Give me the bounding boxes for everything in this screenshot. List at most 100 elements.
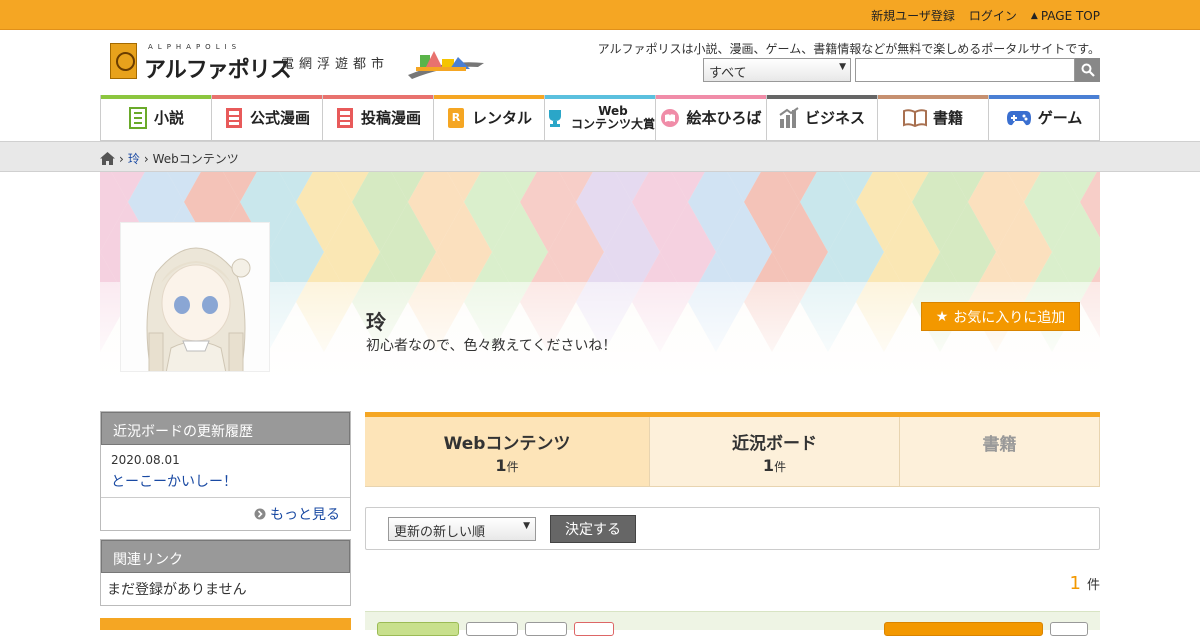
nav-item-web-contents-award[interactable]: Web コンテンツ大賞 <box>545 95 656 141</box>
trophy-icon <box>545 107 565 129</box>
sort-box: 更新の新しい順 ▼ 決定する <box>365 507 1100 550</box>
avatar <box>120 222 270 372</box>
board-history-title: 近況ボードの更新履歴 <box>101 412 350 445</box>
game-icon <box>1006 107 1032 129</box>
content-tabs: Webコンテンツ 1件 近況ボード 1件 書籍 <box>365 412 1100 487</box>
book-icon <box>902 107 927 129</box>
search-input[interactable] <box>855 58 1075 82</box>
search-category-value: すべて <box>709 66 747 81</box>
board-history-box: 近況ボードの更新履歴 2020.08.01 とーこーかいしー！ もっと見る <box>100 411 351 531</box>
sort-submit-button[interactable]: 決定する <box>550 515 636 543</box>
city-logo-icon <box>408 51 484 79</box>
nav-item-posted-manga[interactable]: 投稿漫画 <box>323 95 434 141</box>
nav-label: 小説 <box>153 109 184 127</box>
nav-item-novel[interactable]: 小説 <box>101 95 212 141</box>
top-bar: 新規ユーザ登録 ログイン ▲ PAGE TOP <box>0 0 1200 30</box>
nav-item-books[interactable]: 書籍 <box>878 95 989 141</box>
nav-item-business[interactable]: ビジネス <box>767 95 878 141</box>
nav-label-line1: Web <box>598 103 628 118</box>
chevron-right-icon: › <box>119 151 124 166</box>
logo-alpha-text: ALPHAPOLIS <box>148 43 242 51</box>
content-list-item[interactable] <box>365 611 1100 636</box>
nav-color-bar <box>989 95 1099 99</box>
more-link[interactable]: もっと見る <box>101 498 350 530</box>
nav-label: レンタル <box>471 109 532 127</box>
nav-label: ビジネス <box>804 109 865 127</box>
breadcrumb-user-link[interactable]: 玲 <box>128 150 140 167</box>
nav-item-official-manga[interactable]: 公式漫画 <box>212 95 323 141</box>
tab-count-unit: 件 <box>774 459 787 474</box>
select-arrow-icon: ▼ <box>839 62 846 72</box>
new-user-link[interactable]: 新規ユーザ登録 <box>871 7 955 24</box>
nav-label: 投稿漫画 <box>360 109 421 127</box>
length-badge <box>525 622 567 636</box>
logo-sub: 電網浮遊都市 <box>281 57 390 72</box>
novel-icon <box>128 106 148 129</box>
triangle-up-icon: ▲ <box>1030 10 1038 21</box>
circle-arrow-right-icon <box>254 508 266 520</box>
nav-color-bar <box>878 95 988 99</box>
tab-count: 1件 <box>763 456 786 475</box>
nav-label: 公式漫画 <box>249 109 310 127</box>
result-count-unit: 件 <box>1086 578 1100 593</box>
genre-badge <box>377 622 459 636</box>
search-category-select[interactable]: すべて ▼ <box>703 58 851 82</box>
tab-count-value: 1 <box>762 455 775 475</box>
breadcrumb-bar: › 玲 › Webコンテンツ <box>0 141 1200 172</box>
nav-color-bar <box>545 95 655 99</box>
site-tagline: アルファポリスは小説、漫画、ゲーム、書籍情報などが無料で楽しめるポータルサイトで… <box>597 42 1100 56</box>
tab-board[interactable]: 近況ボード 1件 <box>650 417 900 487</box>
sort-select[interactable]: 更新の新しい順 ▼ <box>388 517 536 541</box>
board-link[interactable]: とーこーかいしー！ <box>101 467 350 498</box>
star-icon: ★ <box>935 308 949 325</box>
nav-label: 絵本ひろば <box>686 109 762 127</box>
tab-label: 近況ボード <box>732 433 817 454</box>
nav-color-bar <box>212 95 322 99</box>
manga-icon <box>224 107 244 129</box>
more-label: もっと見る <box>270 507 340 523</box>
profile-name: 玲 <box>366 310 386 334</box>
rental-icon: R <box>446 107 466 129</box>
result-count: 1件 <box>1070 573 1100 594</box>
status-badge <box>466 622 518 636</box>
tab-count: 1件 <box>495 456 518 475</box>
nav-item-picturebook[interactable]: 絵本ひろば <box>656 95 767 141</box>
related-links-empty: まだ登録がありません <box>107 582 247 598</box>
search-button[interactable] <box>1075 58 1100 82</box>
svg-text:R: R <box>452 111 461 124</box>
nav-color-bar <box>656 95 766 99</box>
nav-item-rental[interactable]: R レンタル <box>434 95 545 141</box>
item-menu-button[interactable] <box>1050 622 1088 636</box>
picturebook-icon <box>660 107 680 129</box>
item-action-button[interactable] <box>884 622 1043 636</box>
nav-label: 書籍 <box>932 109 963 127</box>
nav-color-bar <box>323 95 433 99</box>
page-top-link[interactable]: ▲ PAGE TOP <box>1031 7 1100 24</box>
nav-label-line2: コンテンツ大賞 <box>571 116 656 131</box>
alphapolis-emblem-icon <box>110 43 137 79</box>
business-icon <box>779 106 799 129</box>
nav-color-bar <box>767 95 877 99</box>
add-favorite-button[interactable]: ★ お気に入りに追加 <box>921 302 1080 331</box>
result-count-value: 1 <box>1069 573 1081 594</box>
main-nav: 小説 公式漫画 投稿漫画 R レンタル Web コンテンツ大賞 絵本ひろば ビジ… <box>100 95 1100 141</box>
manga-icon <box>335 107 355 129</box>
nav-item-game[interactable]: ゲーム <box>989 95 1100 141</box>
nav-label: Web コンテンツ大賞 <box>571 103 656 131</box>
related-links-title: 関連リンク <box>101 540 350 573</box>
tab-books: 書籍 <box>900 417 1100 487</box>
avatar-illustration <box>121 223 269 371</box>
breadcrumb: › 玲 › Webコンテンツ <box>100 150 239 167</box>
search-icon <box>1081 63 1095 77</box>
tab-count-value: 1 <box>495 455 507 475</box>
side-banner-ad[interactable] <box>100 618 351 630</box>
sort-select-value: 更新の新しい順 <box>394 525 486 540</box>
tab-label: Webコンテンツ <box>443 433 571 454</box>
tab-web-contents[interactable]: Webコンテンツ 1件 <box>365 417 650 487</box>
tab-label: 書籍 <box>982 435 1017 455</box>
site-logo[interactable]: ALPHAPOLIS アルファポリス 電網浮遊都市 <box>110 43 490 83</box>
rating-badge <box>574 622 614 636</box>
related-links-box: 関連リンク まだ登録がありません <box>100 539 351 606</box>
login-link[interactable]: ログイン <box>969 7 1017 24</box>
home-icon[interactable] <box>100 152 115 165</box>
